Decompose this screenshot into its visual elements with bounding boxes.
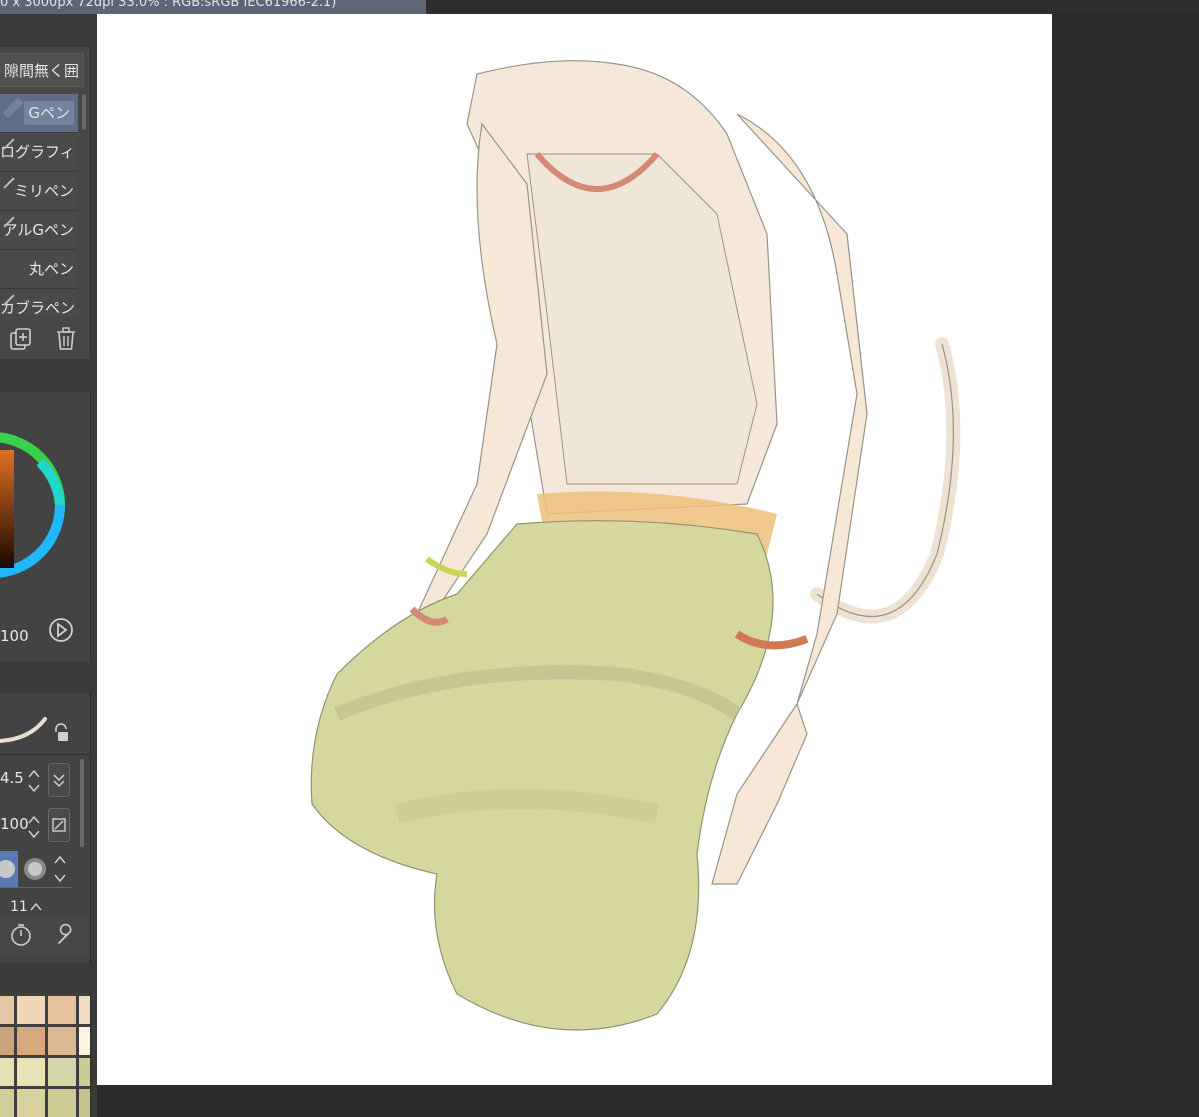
double-check-icon	[53, 774, 65, 788]
duplicate-icon[interactable]	[8, 327, 34, 353]
brush-list-scrollbar[interactable]	[82, 94, 86, 130]
brush-tip-icon[interactable]	[20, 851, 50, 887]
brush-label: 丸ペン	[28, 260, 74, 278]
brush-item-round-pen[interactable]: 丸ペン	[0, 250, 78, 289]
brush-tip-icon	[0, 860, 15, 878]
tool-property-scrollbar[interactable]	[80, 759, 84, 847]
brush-label: アルGペン	[2, 221, 74, 239]
brush-label: Gペン	[24, 101, 74, 125]
brush-item-real-g-pen[interactable]: アルGペン	[0, 211, 78, 250]
color-swatch[interactable]	[48, 996, 76, 1024]
color-swatch[interactable]	[79, 996, 90, 1024]
wrench-icon[interactable]	[54, 922, 80, 948]
play-icon[interactable]	[48, 617, 74, 643]
brush-item-mili-pen[interactable]: ミリペン	[0, 172, 78, 211]
brush-item-turnip-pen[interactable]: カブラペン	[0, 289, 78, 316]
spin-arrows-icon[interactable]	[52, 851, 68, 887]
brush-label: ミリペン	[13, 182, 74, 200]
chevron-up-icon[interactable]	[28, 901, 44, 913]
opacity-toggle-button[interactable]	[48, 808, 70, 842]
lock-icon[interactable]	[52, 723, 70, 743]
pen-stroke-icon	[3, 177, 15, 189]
document-info: 0 x 3000px 72dpi 33.0% : RGB:sRGB IEC619…	[0, 0, 426, 14]
brush-tip-selected[interactable]	[0, 851, 18, 887]
color-wheel-panel: 100	[0, 392, 91, 662]
color-swatch[interactable]	[17, 996, 45, 1024]
color-swatch[interactable]	[0, 996, 14, 1024]
sub-tool-group-select[interactable]: 隙間無く囲	[0, 53, 84, 87]
color-set-panel	[0, 993, 91, 1117]
color-swatch[interactable]	[48, 1089, 76, 1117]
brush-label: カブラペン	[0, 299, 76, 316]
brush-list: Gペン ログラフィ ミリペン アルGペン 丸ペン カブラペン	[0, 94, 78, 316]
pen-stroke-icon	[2, 97, 24, 119]
brush-label: ログラフィ	[0, 143, 75, 161]
color-swatch[interactable]	[79, 1027, 90, 1055]
divider	[0, 754, 90, 755]
spin-arrows-icon[interactable]	[26, 813, 42, 841]
tool-property-panel: 4.5 100 11	[0, 693, 91, 963]
sub-tool-panel: 隙間無く囲 Gペン ログラフィ ミリペン アルGペン 丸ペン カブラペン	[0, 47, 91, 359]
color-swatch[interactable]	[0, 1027, 14, 1055]
artwork-illustration	[310, 60, 961, 1031]
brush-actions	[0, 319, 88, 359]
color-swatch[interactable]	[48, 1027, 76, 1055]
brush-item-g-pen[interactable]: Gペン	[0, 94, 78, 133]
color-swatch[interactable]	[79, 1058, 90, 1086]
slash-box-icon	[52, 818, 66, 832]
stopwatch-icon[interactable]	[8, 922, 34, 948]
pressure-toggle-button[interactable]	[48, 763, 70, 797]
tool-property-footer	[0, 914, 88, 954]
color-swatch[interactable]	[0, 1089, 14, 1117]
color-swatch[interactable]	[79, 1089, 90, 1117]
opacity-value[interactable]: 100	[0, 815, 29, 833]
color-swatch[interactable]	[48, 1058, 76, 1086]
trash-icon[interactable]	[54, 327, 80, 353]
spin-arrows-icon[interactable]	[26, 767, 42, 795]
color-value: 100	[0, 627, 29, 645]
canvas-bottom-margin	[97, 1085, 1052, 1117]
title-bar: 0 x 3000px 72dpi 33.0% : RGB:sRGB IEC619…	[0, 0, 1199, 14]
right-dock	[1052, 14, 1199, 1117]
brush-stroke-preview	[0, 717, 47, 743]
color-swatch[interactable]	[17, 1089, 45, 1117]
canvas[interactable]	[97, 14, 1052, 1085]
color-swatch[interactable]	[17, 1058, 45, 1086]
brush-item-calligraphy[interactable]: ログラフィ	[0, 133, 78, 172]
stabilization-value[interactable]: 11	[10, 899, 28, 915]
brush-size-value[interactable]: 4.5	[0, 769, 24, 787]
divider	[0, 887, 72, 888]
color-swatch[interactable]	[17, 1027, 45, 1055]
color-wheel[interactable]	[0, 392, 90, 662]
color-swatch[interactable]	[0, 1058, 14, 1086]
